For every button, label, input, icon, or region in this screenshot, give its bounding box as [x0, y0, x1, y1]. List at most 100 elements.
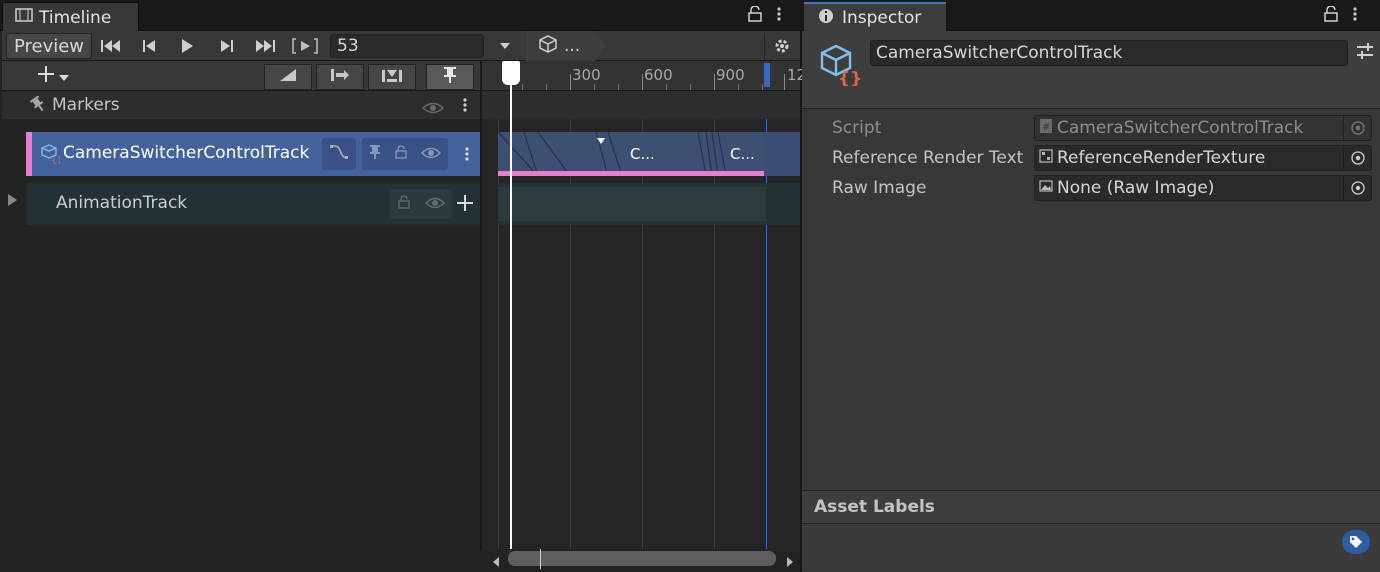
property-value: None (Raw Image) — [1057, 178, 1215, 198]
lock-icon[interactable] — [395, 144, 407, 164]
inspector-tab-strip: Inspector — [802, 0, 1380, 32]
eye-icon[interactable] — [424, 194, 445, 214]
object-picker-icon — [1343, 116, 1371, 140]
eye-icon[interactable] — [421, 99, 445, 119]
mix-mode-button[interactable] — [264, 64, 312, 90]
curve-icon — [329, 144, 349, 165]
pin-icon[interactable] — [369, 144, 381, 165]
add-track-button[interactable] — [26, 64, 80, 88]
expand-triangle-icon[interactable] — [6, 192, 18, 212]
curves-toggle[interactable] — [322, 138, 356, 170]
pin-icon — [29, 95, 46, 117]
ripple-icon — [330, 67, 350, 87]
header-splitter[interactable] — [480, 61, 482, 551]
markers-lane[interactable] — [482, 91, 800, 119]
script-cube-icon: {} — [818, 44, 862, 91]
marker-icon[interactable] — [596, 130, 606, 150]
ruler-major-tick — [642, 74, 643, 90]
ruler-label-900: 900 — [716, 66, 745, 84]
tab-inspector[interactable]: Inspector — [804, 2, 946, 32]
chevron-down-icon — [59, 66, 69, 86]
kebab-menu-icon[interactable] — [462, 97, 468, 118]
tab-timeline-label: Timeline — [39, 7, 112, 28]
timeline-playback-toolbar: Preview 53 ... — [2, 31, 800, 61]
asset-labels-header[interactable]: Asset Labels — [802, 490, 1380, 524]
clip-label[interactable]: C... — [730, 145, 755, 163]
timeline-tab-controls — [748, 5, 782, 27]
track-state-buttons — [362, 138, 448, 170]
image-icon — [1039, 178, 1053, 198]
property-label: Reference Render Text — [832, 148, 1024, 168]
snap-toggle-button[interactable] — [426, 64, 474, 90]
time-ruler[interactable]: 300 600 900 12 — [482, 61, 806, 91]
lock-icon[interactable] — [1324, 5, 1338, 27]
timeline-tab-strip: Timeline — [0, 0, 800, 32]
markers-row[interactable]: Markers — [2, 91, 480, 119]
ruler-minor-tick — [522, 84, 523, 90]
tag-icon[interactable] — [1342, 530, 1370, 554]
ruler-minor-tick — [738, 84, 739, 90]
goto-end-icon[interactable] — [248, 34, 282, 58]
pin-icon — [443, 66, 457, 89]
tab-timeline[interactable]: Timeline — [2, 2, 139, 32]
svg-text:{}: {} — [51, 156, 60, 164]
eye-icon[interactable] — [420, 144, 442, 164]
property-label: Script — [832, 118, 882, 138]
playhead-line — [510, 85, 512, 549]
breadcrumb[interactable]: ... — [526, 31, 606, 61]
play-icon[interactable] — [170, 34, 204, 58]
breadcrumb-label: ... — [564, 36, 581, 56]
track-lane-animation — [498, 183, 800, 225]
kebab-menu-icon[interactable] — [1352, 6, 1358, 27]
scroll-left-icon[interactable] — [492, 553, 500, 572]
inspector-window: Inspector {} CameraSwitcherControlTrack … — [802, 0, 1380, 572]
raw-image-field[interactable]: None (Raw Image) — [1034, 175, 1372, 201]
track-header-cameraswitcher[interactable]: {} CameraSwitcherControlTrack — [26, 132, 480, 176]
timeline-end-marker[interactable] — [764, 63, 770, 87]
lock-icon[interactable] — [748, 5, 762, 27]
object-picker-icon[interactable] — [1343, 176, 1371, 200]
preview-button[interactable]: Preview — [6, 33, 92, 59]
animation-clip-region[interactable] — [498, 187, 766, 221]
track-header-animation[interactable]: AnimationTrack — [26, 183, 480, 225]
asset-labels-panel — [802, 524, 1380, 570]
ruler-minor-tick — [666, 84, 667, 90]
tab-inspector-label: Inspector — [842, 8, 922, 28]
inspector-tab-controls — [1324, 5, 1358, 27]
next-frame-icon[interactable] — [210, 34, 244, 58]
replace-mode-button[interactable] — [368, 64, 416, 90]
film-icon — [15, 7, 33, 28]
svg-text:#: # — [1042, 122, 1050, 133]
previous-frame-icon[interactable] — [132, 34, 166, 58]
object-picker-icon[interactable] — [1343, 146, 1371, 170]
property-value: ReferenceRenderTexture — [1057, 148, 1266, 168]
track-name: CameraSwitcherControlTrack — [63, 143, 310, 163]
horizontal-scrollbar[interactable] — [482, 549, 800, 569]
timeline-track-toolbar — [2, 61, 480, 91]
ruler-label-300: 300 — [572, 66, 601, 84]
goto-start-icon[interactable] — [94, 34, 128, 58]
play-range-icon[interactable] — [288, 34, 322, 58]
object-name-field[interactable]: CameraSwitcherControlTrack — [870, 40, 1348, 66]
markers-label: Markers — [52, 95, 120, 115]
ruler-major-tick — [784, 74, 785, 90]
clip-label[interactable]: C... — [630, 145, 655, 163]
property-row-raw-image: Raw Image None (Raw Image) — [832, 174, 1372, 202]
cube-icon — [538, 34, 558, 59]
reference-render-texture-field[interactable]: ReferenceRenderTexture — [1034, 145, 1372, 171]
chevron-down-icon[interactable] — [488, 34, 522, 58]
playhead-handle[interactable] — [502, 61, 520, 85]
scrollbar-thumb[interactable] — [508, 551, 776, 566]
track-state-buttons — [390, 189, 452, 219]
preset-sliders-icon[interactable] — [1356, 42, 1374, 65]
info-icon — [818, 8, 834, 29]
frame-field[interactable]: 53 — [330, 34, 484, 58]
kebab-menu-icon[interactable] — [464, 146, 470, 167]
ripple-mode-button[interactable] — [316, 64, 364, 90]
scroll-right-icon[interactable] — [786, 553, 794, 572]
kebab-menu-icon[interactable] — [776, 6, 782, 27]
gear-icon[interactable] — [764, 33, 798, 59]
inspector-header: {} CameraSwitcherControlTrack — [802, 31, 1380, 109]
lock-icon[interactable] — [397, 194, 410, 214]
plus-icon[interactable] — [456, 194, 474, 217]
